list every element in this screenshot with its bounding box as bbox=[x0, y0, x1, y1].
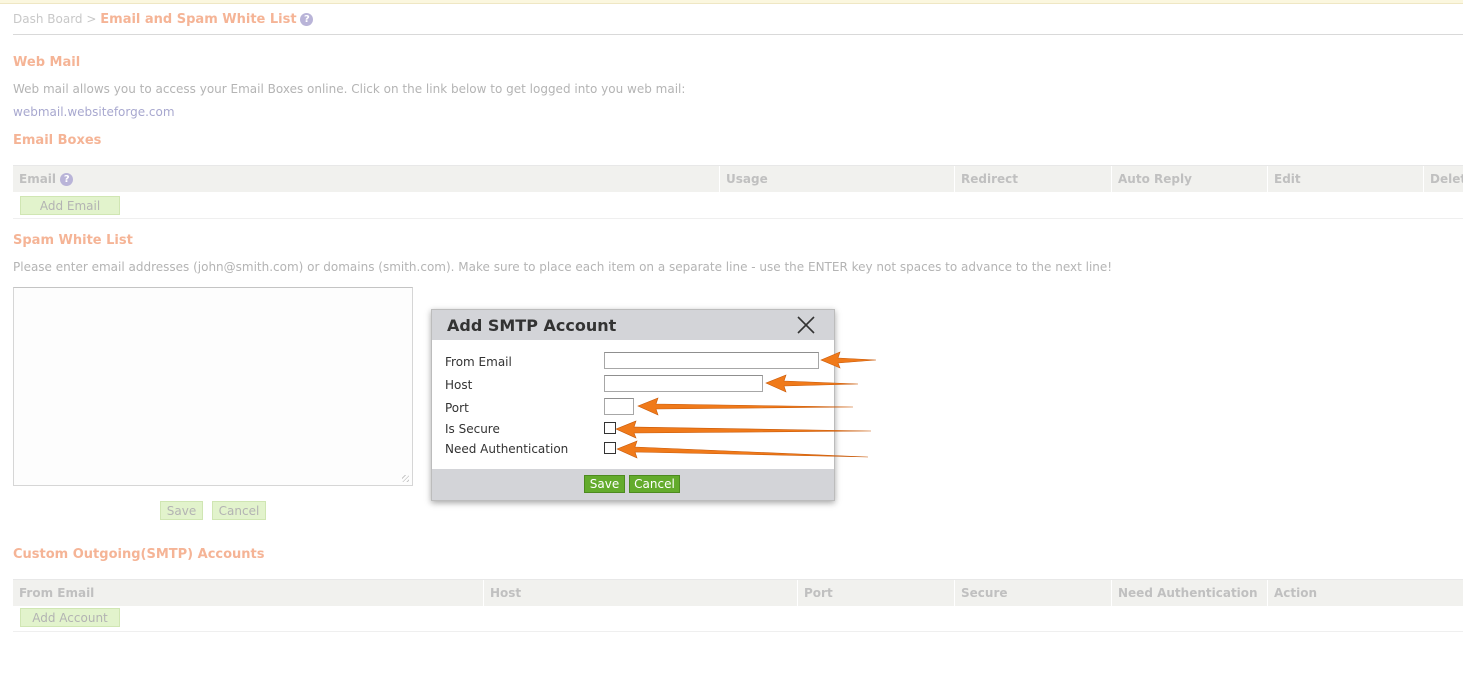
column-redirect: Redirect bbox=[954, 166, 1111, 192]
dialog-cancel-button[interactable]: Cancel bbox=[629, 475, 680, 493]
webmail-heading: Web Mail bbox=[13, 55, 81, 70]
from-email-label: From Email bbox=[445, 355, 512, 369]
help-icon[interactable]: ? bbox=[300, 13, 314, 26]
is-secure-label: Is Secure bbox=[445, 422, 500, 436]
spam-save-button[interactable]: Save bbox=[160, 501, 203, 520]
dialog-body: From Email Host Port Is Secure Need Auth… bbox=[432, 340, 834, 469]
column-edit: Edit bbox=[1267, 166, 1423, 192]
column-from-email: From Email bbox=[19, 586, 95, 600]
email-boxes-table-header: Email ? Usage Redirect Auto Reply Edit D… bbox=[13, 165, 1463, 192]
breadcrumb: Dash Board > Email and Spam White List ? bbox=[13, 12, 314, 27]
need-auth-checkbox[interactable] bbox=[604, 442, 616, 454]
column-host: Host bbox=[483, 580, 797, 606]
spam-whitelist-textarea[interactable] bbox=[13, 287, 413, 486]
host-input[interactable] bbox=[604, 375, 763, 392]
dialog-title: Add SMTP Account bbox=[447, 316, 617, 335]
smtp-row bbox=[13, 605, 1463, 632]
spam-cancel-button[interactable]: Cancel bbox=[212, 501, 266, 520]
port-input[interactable] bbox=[604, 398, 634, 415]
email-boxes-row bbox=[13, 192, 1463, 219]
breadcrumb-separator: > bbox=[86, 12, 97, 26]
breadcrumb-home-link[interactable]: Dash Board bbox=[13, 12, 83, 26]
column-email: Email ? bbox=[13, 166, 719, 192]
resize-grip-icon[interactable] bbox=[402, 475, 409, 482]
column-action: Action bbox=[1267, 580, 1463, 606]
column-need-authentication: Need Authentication bbox=[1111, 580, 1267, 606]
port-label: Port bbox=[445, 401, 469, 415]
dialog-title-bar: Add SMTP Account bbox=[432, 310, 834, 340]
dialog-footer: Save Cancel bbox=[432, 469, 834, 500]
help-icon[interactable]: ? bbox=[60, 173, 74, 186]
column-delete: Delete bbox=[1423, 166, 1463, 192]
webmail-link[interactable]: webmail.websiteforge.com bbox=[13, 105, 175, 119]
close-icon[interactable] bbox=[795, 314, 817, 336]
column-auto-reply: Auto Reply bbox=[1111, 166, 1267, 192]
page-title: Email and Spam White List bbox=[100, 12, 297, 27]
is-secure-checkbox[interactable] bbox=[604, 422, 616, 434]
smtp-table-header: From Email Host Port Secure Need Authent… bbox=[13, 579, 1463, 606]
email-boxes-heading: Email Boxes bbox=[13, 133, 102, 148]
add-smtp-dialog: Add SMTP Account From Email Host Port Is… bbox=[431, 309, 835, 501]
from-email-input[interactable] bbox=[604, 352, 819, 369]
need-auth-label: Need Authentication bbox=[445, 442, 569, 456]
column-usage: Usage bbox=[719, 166, 954, 192]
webmail-description: Web mail allows you to access your Email… bbox=[13, 82, 686, 96]
smtp-heading: Custom Outgoing(SMTP) Accounts bbox=[13, 547, 265, 562]
add-email-button[interactable]: Add Email bbox=[20, 196, 120, 215]
column-port: Port bbox=[797, 580, 954, 606]
column-secure: Secure bbox=[954, 580, 1111, 606]
breadcrumb-divider bbox=[13, 34, 1463, 35]
spam-description: Please enter email addresses (john@smith… bbox=[13, 260, 1113, 274]
dialog-save-button[interactable]: Save bbox=[584, 475, 625, 493]
add-account-button[interactable]: Add Account bbox=[20, 608, 120, 627]
top-strip bbox=[0, 0, 1463, 4]
spam-heading: Spam White List bbox=[13, 233, 133, 248]
host-label: Host bbox=[445, 378, 473, 392]
